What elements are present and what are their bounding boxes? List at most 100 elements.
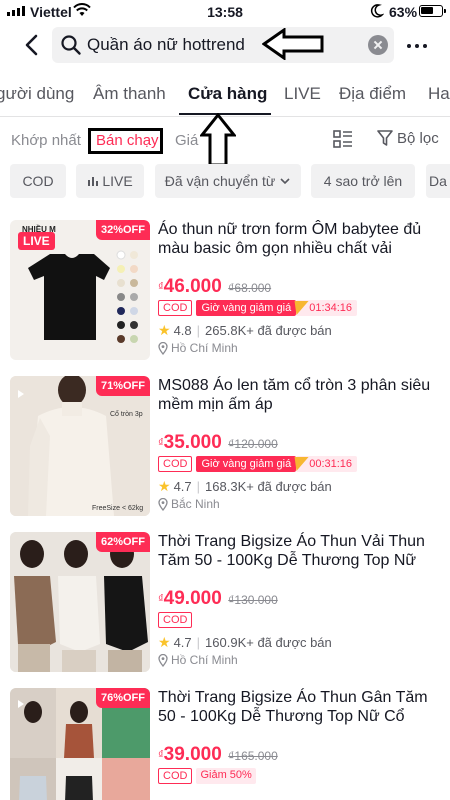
discount-tag: Giảm 50% [196,768,256,784]
location-pin-icon [158,341,168,355]
filter-button[interactable]: Bộ lọc [377,129,439,147]
seller-location: Bắc Ninh [171,497,220,511]
cod-tag: COD [158,456,193,472]
product-price: ₫35.000 [158,432,222,453]
price-row: ₫35.000 ₫120.000 [158,432,278,454]
discount-badge: 62%OFF [95,532,150,552]
star-icon: ★ [158,478,171,494]
status-bar: Viettel 13:58 63% [0,0,450,24]
location-row: Bắc Ninh [158,497,220,511]
product-price: ₫49.000 [158,588,222,609]
product-title[interactable]: MS088 Áo len tăm cổ tròn 3 phân siêu mềm… [158,376,440,414]
price-value: 49.000 [163,588,222,609]
separator: | [196,323,201,338]
tops-image-icon [10,532,150,672]
filter-label: Bộ lọc [397,129,439,147]
cod-tag: COD [158,612,193,628]
sort-best-selling[interactable]: Bán chạy [96,132,159,149]
moon-icon [370,4,384,18]
grid-list-toggle-icon[interactable] [333,130,353,148]
tags-row: COD [158,612,193,628]
star-icon: ★ [158,634,171,650]
chevron-down-icon [280,178,290,185]
separator: | [196,635,201,650]
product-title[interactable]: Thời Trang Bigsize Áo Thun Gân Tăm 50 - … [158,688,440,726]
price-row: ₫39.000 ₫165.000 [158,744,278,766]
chip-four-stars[interactable]: 4 sao trở lên [311,164,415,198]
discount-badge: 76%OFF [95,688,150,708]
filter-chips: COD LIVE Đã vận chuyển từ 4 sao trở lên … [0,164,450,198]
sold-count: 265.8K+ đã được bán [205,323,332,338]
rating-value: 4.7 [173,635,192,650]
price-value: 35.000 [163,432,222,453]
rating-value: 4.8 [173,323,192,338]
original-price: ₫130.000 [228,593,278,607]
product-image[interactable]: Cổ tròn 3p FreeSize < 62kg 71%OFF [10,376,150,516]
cod-tag: COD [158,300,193,316]
search-input[interactable]: Quần áo nữ hottrend [52,27,394,63]
location-pin-icon [158,653,168,667]
product-title[interactable]: Áo thun nữ trơn form ÔM babytee đủ màu b… [158,220,440,258]
rating-row: ★ 4.7 | 160.9K+ đã được bán [158,634,332,651]
sweater-image-icon: Cổ tròn 3p FreeSize < 62kg [10,376,150,516]
original-price: ₫68.000 [228,281,272,295]
battery-icon [419,5,446,17]
seller-location: Hồ Chí Minh [171,341,238,355]
search-tabs: gười dùng Âm thanh Cửa hàng LIVE Địa điể… [0,72,450,116]
discount-badge: 71%OFF [95,376,150,396]
product-price: ₫46.000 [158,276,222,297]
clear-search-icon[interactable] [368,35,388,55]
original-price: ₫165.000 [228,749,278,763]
flash-sale-tag: Giờ vàng giảm giá [196,300,297,316]
rating-row: ★ 4.8 | 265.8K+ đã được bán [158,322,332,339]
tab-hashtags[interactable]: Ha [428,84,450,104]
rating-value: 4.7 [173,479,192,494]
bars-icon [88,177,99,186]
chip-live[interactable]: LIVE [76,164,144,198]
annotation-arrow-up-icon [200,113,236,167]
chip-more[interactable]: Da [426,164,450,198]
product-image[interactable]: NHIỀU M LIVE 32%OFF [10,220,150,360]
sold-count: 168.3K+ đã được bán [205,479,332,494]
original-price: ₫120.000 [228,437,278,451]
chip-live-label: LIVE [102,173,133,189]
location-row: Hồ Chí Minh [158,341,238,355]
flash-sale-timer: 00:31:16 [296,456,358,472]
seller-location: Hồ Chí Minh [171,653,238,667]
sort-price[interactable]: Giá [175,132,198,149]
sort-best-match[interactable]: Khớp nhất [11,132,81,149]
tags-row: COD Giảm 50% [158,768,256,784]
thumb-caption: FreeSize < 62kg [92,505,143,512]
chip-cod[interactable]: COD [10,164,66,198]
product-title[interactable]: Thời Trang Bigsize Áo Thun Vải Thun Tăm … [158,532,440,570]
location-pin-icon [158,497,168,511]
tab-shop[interactable]: Cửa hàng [188,84,267,104]
tags-row: COD Giờ vàng giảm giá 01:34:16 [158,300,358,316]
battery-percentage: 63% [389,4,418,20]
discount-badge: 32%OFF [95,220,150,240]
product-price: ₫39.000 [158,744,222,765]
live-badge: LIVE [18,232,55,250]
more-options-icon[interactable] [407,36,433,56]
star-icon: ★ [158,322,171,338]
search-icon [61,35,81,55]
sold-count: 160.9K+ đã được bán [205,635,332,650]
tab-sounds[interactable]: Âm thanh [93,84,166,104]
flash-sale-timer: 01:34:16 [296,300,358,316]
price-row: ₫46.000 ₫68.000 [158,276,271,298]
tab-live[interactable]: LIVE [284,84,321,104]
thumb-caption: Cổ tròn 3p [110,410,143,418]
price-row: ₫49.000 ₫130.000 [158,588,278,610]
price-value: 46.000 [163,276,222,297]
back-arrow-icon[interactable] [20,33,44,57]
chip-shipped-from[interactable]: Đã vận chuyển từ [155,164,301,198]
separator: | [196,479,201,494]
price-value: 39.000 [163,744,222,765]
chip-shipped-from-label: Đã vận chuyển từ [164,173,276,189]
product-image[interactable]: 76%OFF [10,688,150,800]
product-image[interactable]: 62%OFF [10,532,150,672]
filter-icon [377,130,393,146]
tab-places[interactable]: Địa điểm [339,84,406,104]
rating-row: ★ 4.7 | 168.3K+ đã được bán [158,478,332,495]
tab-users[interactable]: gười dùng [0,84,74,104]
